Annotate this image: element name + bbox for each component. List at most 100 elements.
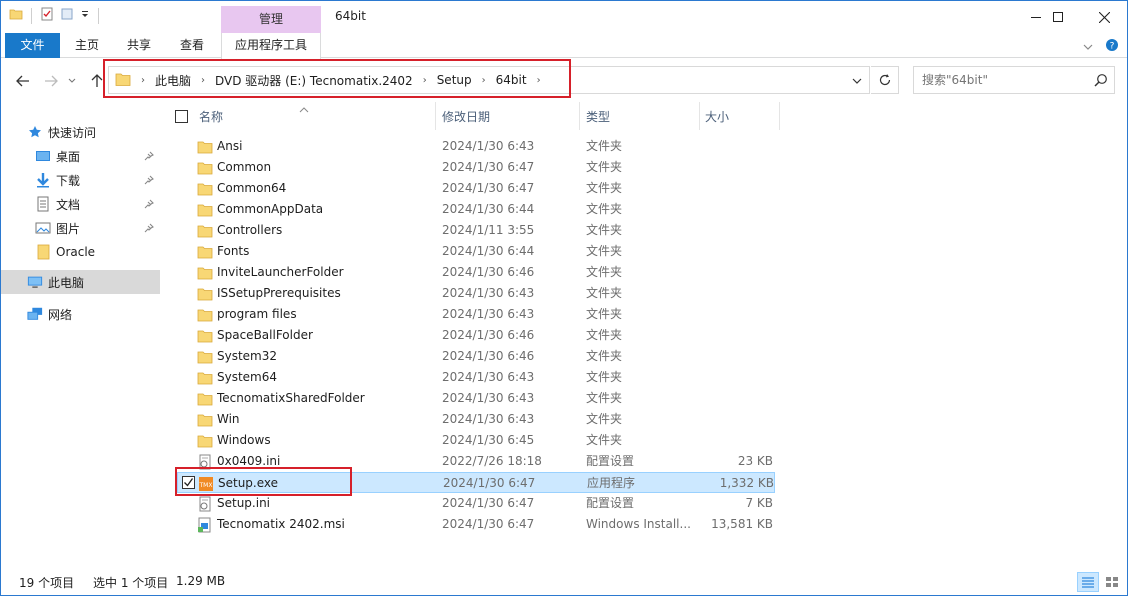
column-header-size[interactable]: 大小	[705, 102, 729, 132]
tab-manage[interactable]: 管理	[221, 6, 321, 33]
chevron-right-icon[interactable]: ›	[482, 75, 486, 86]
file-row[interactable]: program files 2024/1/30 6:43 文件夹	[177, 304, 775, 325]
nav-network[interactable]: 网络	[1, 302, 160, 326]
file-size	[697, 388, 773, 409]
nav-oracle[interactable]: Oracle	[1, 240, 160, 264]
file-row[interactable]: Common64 2024/1/30 6:47 文件夹	[177, 178, 775, 199]
breadcrumb-64bit[interactable]: 64bit	[496, 73, 527, 87]
chevron-right-icon[interactable]: ›	[537, 75, 541, 86]
pin-icon[interactable]	[144, 198, 154, 212]
file-date: 2024/1/30 6:44	[442, 202, 535, 216]
expand-ribbon-icon[interactable]	[1083, 40, 1093, 54]
tab-home[interactable]: 主页	[71, 33, 103, 58]
sort-arrow-icon	[299, 102, 309, 116]
file-row[interactable]: System64 2024/1/30 6:43 文件夹	[177, 367, 775, 388]
file-type: 文件夹	[586, 286, 623, 300]
nav-documents[interactable]: 文档	[1, 192, 160, 216]
file-name: Ansi	[217, 139, 243, 153]
breadcrumb-dvd-drive[interactable]: DVD 驱动器 (E:) Tecnomatix.2402	[215, 72, 413, 89]
navigation-pane: 快速访问 桌面 下载 文档 图片 Oracle 此电脑 网络	[1, 102, 161, 566]
pin-icon[interactable]	[144, 174, 154, 188]
chevron-right-icon[interactable]: ›	[141, 75, 145, 86]
nav-desktop[interactable]: 桌面	[1, 144, 160, 168]
file-name: TecnomatixSharedFolder	[217, 391, 365, 405]
column-header-date[interactable]: 修改日期	[442, 102, 490, 132]
address-bar[interactable]: › 此电脑 › DVD 驱动器 (E:) Tecnomatix.2402 › S…	[108, 66, 870, 94]
column-header-name[interactable]: 名称	[199, 102, 223, 132]
file-row[interactable]: Ansi 2024/1/30 6:43 文件夹	[177, 136, 775, 157]
new-folder-icon[interactable]	[60, 7, 74, 24]
ribbon-tabs: 文件 主页 共享 查看 应用程序工具 ?	[1, 33, 1127, 59]
file-row[interactable]: Win 2024/1/30 6:43 文件夹	[177, 409, 775, 430]
folder-icon	[197, 328, 213, 343]
up-button[interactable]	[87, 71, 107, 91]
large-icons-view-button[interactable]	[1101, 572, 1123, 592]
file-row[interactable]: SpaceBallFolder 2024/1/30 6:46 文件夹	[177, 325, 775, 346]
file-row[interactable]: Controllers 2024/1/11 3:55 文件夹	[177, 220, 775, 241]
document-icon	[35, 196, 51, 212]
file-row[interactable]: ISSetupPrerequisites 2024/1/30 6:43 文件夹	[177, 283, 775, 304]
file-type: 文件夹	[586, 307, 623, 321]
file-row[interactable]: Tecnomatix 2402.msi 2024/1/30 6:47 Windows…	[177, 514, 775, 535]
nav-downloads[interactable]: 下载	[1, 168, 160, 192]
desktop-icon	[35, 148, 51, 164]
tab-file[interactable]: 文件	[5, 33, 60, 58]
file-row[interactable]: System32 2024/1/30 6:46 文件夹	[177, 346, 775, 367]
customize-toolbar-icon[interactable]	[80, 9, 90, 23]
file-date: 2024/1/30 6:46	[442, 328, 535, 342]
file-date: 2024/1/30 6:43	[442, 307, 535, 321]
folder-icon[interactable]	[9, 7, 23, 24]
column-divider[interactable]	[579, 102, 580, 130]
file-row[interactable]: TMX Setup.exe 2024/1/30 6:47 应用程序 1,332 KB	[177, 472, 775, 493]
file-name: Setup.ini	[217, 496, 271, 510]
nav-quick-access[interactable]: 快速访问	[1, 120, 160, 144]
forward-button[interactable]	[41, 71, 61, 91]
file-row[interactable]: Fonts 2024/1/30 6:44 文件夹	[177, 241, 775, 262]
file-size	[697, 367, 773, 388]
column-divider[interactable]	[699, 102, 700, 130]
tab-view[interactable]: 查看	[176, 33, 208, 58]
back-button[interactable]	[13, 71, 33, 91]
search-box[interactable]	[913, 66, 1115, 94]
pin-icon[interactable]	[144, 222, 154, 236]
maximize-button[interactable]	[1035, 1, 1081, 33]
nav-pictures[interactable]: 图片	[1, 216, 160, 240]
file-row[interactable]: 0x0409.ini 2022/7/26 18:18 配置设置 23 KB	[177, 451, 775, 472]
file-date: 2024/1/30 6:43	[442, 286, 535, 300]
chevron-right-icon[interactable]: ›	[423, 75, 427, 86]
file-row[interactable]: InviteLauncherFolder 2024/1/30 6:46 文件夹	[177, 262, 775, 283]
search-icon[interactable]	[1094, 73, 1108, 90]
breadcrumb-setup[interactable]: Setup	[437, 73, 472, 87]
column-divider[interactable]	[779, 102, 780, 130]
file-row[interactable]: TecnomatixSharedFolder 2024/1/30 6:43 文件夹	[177, 388, 775, 409]
file-size	[697, 430, 773, 451]
selected-size: 1.29 MB	[176, 574, 226, 588]
column-header-type[interactable]: 类型	[586, 102, 610, 132]
breadcrumb-this-pc[interactable]: 此电脑	[155, 72, 191, 89]
address-history-button[interactable]	[849, 73, 865, 89]
chevron-right-icon[interactable]: ›	[201, 75, 205, 86]
help-icon[interactable]: ?	[1105, 38, 1119, 55]
selected-count: 选中 1 个项目	[93, 576, 169, 590]
search-input[interactable]	[914, 67, 1084, 93]
file-row[interactable]: CommonAppData 2024/1/30 6:44 文件夹	[177, 199, 775, 220]
properties-icon[interactable]	[40, 7, 54, 24]
file-type: 文件夹	[586, 370, 623, 384]
tab-application-tools[interactable]: 应用程序工具	[221, 33, 321, 59]
recent-locations-button[interactable]	[65, 71, 79, 91]
file-name: Win	[217, 412, 240, 426]
tab-share[interactable]: 共享	[123, 33, 155, 58]
close-button[interactable]	[1081, 1, 1127, 33]
refresh-button[interactable]	[871, 66, 899, 94]
file-row[interactable]: Setup.ini 2024/1/30 6:47 配置设置 7 KB	[177, 493, 775, 514]
row-checkbox[interactable]	[182, 476, 195, 489]
file-row[interactable]: Windows 2024/1/30 6:45 文件夹	[177, 430, 775, 451]
select-all-checkbox[interactable]	[175, 110, 188, 123]
pin-icon[interactable]	[144, 150, 154, 164]
file-date: 2024/1/30 6:43	[442, 370, 535, 384]
file-name: InviteLauncherFolder	[217, 265, 344, 279]
file-row[interactable]: Common 2024/1/30 6:47 文件夹	[177, 157, 775, 178]
details-view-button[interactable]	[1077, 572, 1099, 592]
column-divider[interactable]	[435, 102, 436, 130]
nav-this-pc[interactable]: 此电脑	[1, 270, 160, 294]
